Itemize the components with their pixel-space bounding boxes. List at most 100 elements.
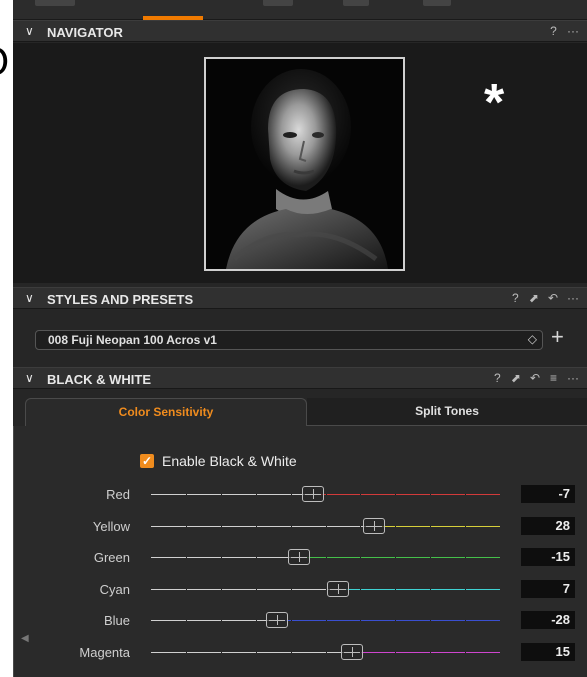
reset-icon[interactable]: ↶: [530, 371, 540, 385]
slider-tick: [185, 525, 187, 527]
enable-black-white-row[interactable]: ✓ Enable Black & White: [140, 452, 297, 470]
slider-tick: [185, 494, 187, 495]
navigator-thumbnail[interactable]: [204, 57, 405, 271]
slider-handle[interactable]: [340, 643, 363, 660]
collapse-chevron-icon[interactable]: ∨: [25, 24, 34, 38]
slider-handle[interactable]: [363, 517, 386, 534]
slider-tick: [465, 651, 467, 653]
slider-value-field[interactable]: 28: [521, 516, 575, 535]
slider-value-field[interactable]: 7: [521, 579, 575, 598]
help-icon[interactable]: ?: [493, 371, 502, 385]
enable-black-white-label: Enable Black & White: [162, 453, 297, 469]
slider-tick: [360, 588, 362, 590]
help-icon[interactable]: ?: [511, 291, 520, 305]
slider-tick: [185, 557, 187, 558]
copy-apply-icon[interactable]: ⬈: [529, 291, 539, 305]
tool-tabs-strip[interactable]: [13, 0, 587, 20]
slider-label: Magenta: [79, 644, 130, 660]
slider-tick: [465, 494, 467, 495]
slider-tick: [430, 525, 432, 527]
slider-value-field[interactable]: -7: [521, 485, 575, 503]
slider-track-colored[interactable]: [337, 588, 500, 590]
slider-track-colored[interactable]: [276, 620, 500, 621]
enable-black-white-checkbox[interactable]: ✓: [140, 454, 154, 468]
more-options-icon[interactable]: ···: [567, 24, 579, 38]
slider-row-cyan: Cyan 7: [14, 579, 587, 600]
slider-row-blue: Blue -28: [14, 611, 587, 631]
slider-handle[interactable]: [302, 486, 325, 502]
slider-tick: [360, 557, 362, 558]
slider-tick: [465, 620, 467, 621]
more-options-icon[interactable]: ···: [567, 291, 579, 305]
slider-track-colored[interactable]: [313, 494, 500, 495]
slider-tick: [220, 525, 222, 527]
capture-one-tool-panel: ∨ NAVIGATOR ? ··· * ∨ STYLES AND PRESETS…: [13, 0, 587, 677]
tool-tab-ghost[interactable]: [423, 0, 451, 6]
slider-track-neutral[interactable]: [151, 651, 352, 653]
slider-track-colored[interactable]: [299, 557, 500, 558]
slider-handle[interactable]: [265, 612, 288, 628]
slider-track-neutral[interactable]: [151, 557, 300, 558]
slider-tick: [360, 494, 362, 495]
slider-tick: [255, 588, 257, 590]
slider-tick: [255, 651, 257, 653]
slider-tick: [220, 588, 222, 590]
black-white-header[interactable]: ∨ BLACK & WHITE ? ⬈ ↶ ≡ ···: [13, 367, 587, 389]
add-style-button[interactable]: +: [551, 326, 564, 348]
cropped-edge-glyph: O: [0, 40, 12, 84]
slider-track-neutral[interactable]: [151, 494, 314, 495]
slider-tick: [290, 494, 292, 495]
slider-handle[interactable]: [288, 549, 311, 565]
slider-tick: [325, 651, 327, 653]
slider-label: Green: [93, 550, 130, 565]
slider-tick: [395, 651, 397, 653]
slider-label: Blue: [103, 613, 130, 628]
panel-collapse-arrow-icon[interactable]: ◀: [21, 633, 29, 644]
help-icon[interactable]: ?: [549, 24, 558, 38]
slider-tick: [325, 557, 327, 558]
collapse-chevron-icon[interactable]: ∨: [25, 371, 34, 385]
slider-tick: [290, 620, 292, 621]
slider-tick: [255, 525, 257, 527]
slider-tick: [430, 588, 432, 590]
slider-track-colored[interactable]: [374, 525, 500, 527]
slider-track-colored[interactable]: [351, 651, 500, 653]
reset-icon[interactable]: ↶: [548, 291, 558, 305]
slider-tick: [185, 651, 187, 653]
slider-tick: [465, 588, 467, 590]
black-white-tools: ? ⬈ ↶ ≡ ···: [493, 371, 579, 385]
slider-tick: [395, 588, 397, 590]
asterisk-marker-icon: *: [484, 74, 505, 132]
styles-presets-header[interactable]: ∨ STYLES AND PRESETS ? ⬈ ↶ ···: [13, 287, 587, 309]
tab-color-sensitivity[interactable]: Color Sensitivity: [25, 398, 307, 426]
tool-tab-ghost[interactable]: [263, 0, 293, 6]
tool-tab-ghost[interactable]: [35, 0, 75, 6]
portrait-photo-image: [206, 59, 403, 269]
presets-list-icon[interactable]: ≡: [549, 371, 558, 385]
black-white-title: BLACK & WHITE: [47, 372, 151, 387]
more-options-icon[interactable]: ···: [567, 371, 579, 385]
slider-tick: [395, 557, 397, 558]
copy-apply-icon[interactable]: ⬈: [511, 371, 521, 385]
navigator-header[interactable]: ∨ NAVIGATOR ? ···: [13, 20, 587, 42]
slider-label: Red: [106, 487, 130, 502]
slider-tick: [325, 494, 327, 495]
style-preset-dropdown[interactable]: 008 Fuji Neopan 100 Acros v1 ◇: [35, 330, 543, 350]
slider-tick: [220, 494, 222, 495]
slider-handle[interactable]: [326, 580, 349, 597]
slider-row-red: Red -7: [14, 485, 587, 505]
slider-tick: [220, 557, 222, 558]
tool-tab-ghost[interactable]: [343, 0, 369, 6]
slider-value-field[interactable]: -15: [521, 548, 575, 566]
collapse-chevron-icon[interactable]: ∨: [25, 291, 34, 305]
slider-track-neutral[interactable]: [151, 620, 277, 621]
slider-tick: [185, 620, 187, 621]
tab-split-tones[interactable]: Split Tones: [307, 398, 587, 426]
slider-track-neutral[interactable]: [151, 588, 338, 590]
slider-label: Cyan: [99, 581, 130, 597]
slider-value-field[interactable]: -28: [521, 611, 575, 629]
slider-tick: [185, 588, 187, 590]
slider-value-field[interactable]: 15: [521, 642, 575, 661]
slider-track-neutral[interactable]: [151, 525, 375, 527]
slider-tick: [395, 525, 397, 527]
